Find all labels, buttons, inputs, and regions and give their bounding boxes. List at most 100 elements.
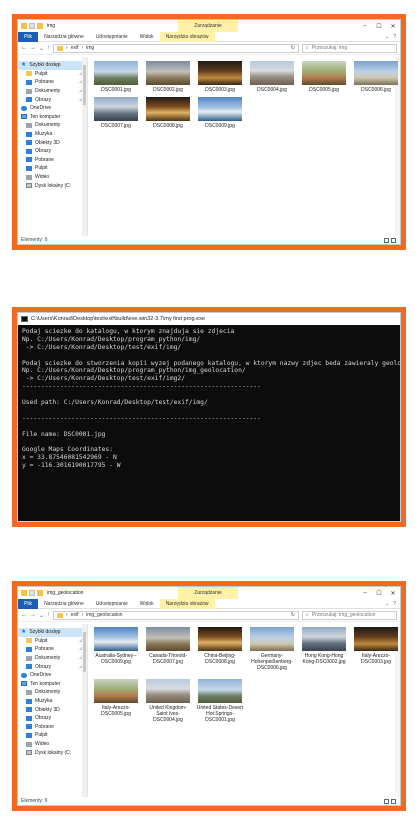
file-item[interactable]: Australia-Sydney--DSC0009.jpg (92, 627, 140, 665)
thumbnail-view-icon[interactable] (391, 798, 396, 804)
back-icon[interactable]: ← (21, 45, 27, 51)
nav-item[interactable]: OneDrive (18, 671, 87, 680)
nav-item[interactable]: Muzyka (18, 130, 87, 139)
new-folder-icon[interactable] (37, 23, 43, 29)
file-item[interactable]: DSC0008.jpg (144, 97, 192, 129)
nav-item[interactable]: Obrazy (18, 714, 87, 723)
nav-item[interactable]: Pobrane ⊿ (18, 78, 87, 87)
properties-icon[interactable] (29, 23, 35, 29)
nav-scrollbar-thumb[interactable] (83, 65, 86, 105)
refresh-icon[interactable]: ↻ (291, 45, 295, 51)
console-output[interactable]: Podaj sciezke do katalogu, w ktorym znaj… (18, 325, 400, 521)
nav-item[interactable]: Ten komputer (18, 113, 87, 122)
nav-item[interactable]: Dokumenty (18, 121, 87, 130)
nav-item[interactable]: Dysk lokalny (C: (18, 181, 87, 190)
file-item[interactable]: Hong Kong-Hong Kong-DSC0002.jpg (300, 627, 348, 665)
details-view-icon[interactable] (384, 237, 389, 243)
maximize-icon[interactable]: ☐ (372, 587, 386, 599)
file-item[interactable]: DSC0001.jpg (92, 61, 140, 93)
maximize-icon[interactable]: ☐ (372, 20, 386, 32)
nav-item[interactable]: Muzyka (18, 697, 87, 706)
tab-file[interactable]: Plik (18, 31, 39, 42)
chevron-down-icon[interactable]: ⌄ (39, 45, 44, 52)
file-item[interactable]: DSC0006.jpg (352, 61, 400, 93)
forward-icon[interactable]: → (30, 45, 36, 51)
nav-item[interactable]: Dysk lokalny (C: (18, 748, 87, 757)
nav-scrollbar[interactable] (82, 624, 87, 797)
properties-icon[interactable] (29, 590, 35, 596)
search-input[interactable]: ⌕ Przeszukaj: img_geolocation (302, 610, 397, 620)
file-item[interactable]: Germany-Hohenpeißenberg-DSC0006.jpg (248, 627, 296, 671)
nav-item[interactable]: Dokumenty ⊿ (18, 654, 87, 663)
chevron-down-icon[interactable]: ⌄ (385, 601, 389, 607)
forward-icon[interactable]: → (30, 612, 36, 618)
file-item[interactable]: DSC0009.jpg (196, 97, 244, 129)
address-bar[interactable]: › exif › img ↻ (53, 43, 299, 53)
nav-item[interactable]: Pulpit ⊿ (18, 70, 87, 79)
nav-item[interactable]: Pulpit (18, 164, 87, 173)
refresh-icon[interactable]: ↻ (291, 612, 295, 618)
nav-item[interactable]: Obiekty 3D (18, 138, 87, 147)
tab-home[interactable]: Narzędzia główne (38, 32, 90, 42)
nav-item[interactable]: Obrazy (18, 147, 87, 156)
nav-item[interactable]: Dokumenty (18, 688, 87, 697)
search-input[interactable]: ⌕ Przeszukaj: img (302, 43, 397, 53)
nav-item[interactable]: Pobrane (18, 156, 87, 165)
breadcrumb-img-geolocation[interactable]: img_geolocation (86, 612, 122, 618)
file-item[interactable]: Italy-Arezzo-DSC0005.jpg (92, 679, 140, 717)
tab-view[interactable]: Widok (134, 32, 160, 42)
nav-scrollbar[interactable] (82, 57, 87, 236)
close-icon[interactable]: ✕ (386, 20, 400, 32)
file-item[interactable]: United Kingdom-Saint Ives-DSC0004.jpg (144, 679, 192, 723)
close-icon[interactable]: ✕ (386, 587, 400, 599)
tab-file[interactable]: Plik (18, 598, 39, 609)
file-item[interactable]: DSC0004.jpg (248, 61, 296, 93)
chevron-down-icon[interactable]: ⌄ (385, 34, 389, 40)
nav-item[interactable]: ★ Szybki dostęp (18, 61, 87, 70)
thumbnail-view-icon[interactable] (391, 237, 396, 243)
manage-tab[interactable]: Zarządzanie (178, 587, 238, 599)
details-view-icon[interactable] (384, 798, 389, 804)
tab-view[interactable]: Widok (134, 599, 160, 609)
file-item[interactable]: United States-Desert Hot Springs-DSC0001… (196, 679, 244, 723)
nav-item[interactable]: Wideo (18, 173, 87, 182)
nav-item[interactable]: Obrazy ⊿ (18, 95, 87, 104)
file-item[interactable]: DSC0007.jpg (92, 97, 140, 129)
nav-item[interactable]: OneDrive (18, 104, 87, 113)
file-item[interactable]: DSC0005.jpg (300, 61, 348, 93)
folder-icon[interactable] (21, 23, 27, 29)
nav-item[interactable]: Pobrane (18, 723, 87, 732)
breadcrumb-exif[interactable]: exif (71, 612, 79, 618)
file-item[interactable]: Italy-Arezzo-DSC0003.jpg (352, 627, 400, 665)
file-item[interactable]: Canada-Thorold-DSC0007.jpg (144, 627, 192, 665)
minimize-icon[interactable]: – (358, 20, 372, 32)
file-item[interactable]: DSC0003.jpg (196, 61, 244, 93)
file-item[interactable]: DSC0002.jpg (144, 61, 192, 93)
nav-item[interactable]: Pulpit ⊿ (18, 637, 87, 646)
nav-scrollbar-thumb[interactable] (83, 632, 86, 672)
tab-picture-tools[interactable]: Narzędzia obrazów (159, 31, 215, 42)
nav-item[interactable]: ★ Szybki dostęp (18, 628, 87, 637)
nav-item[interactable]: Dokumenty ⊿ (18, 87, 87, 96)
help-icon[interactable]: ? (393, 34, 396, 40)
tab-share[interactable]: Udostępnianie (90, 599, 134, 609)
tab-share[interactable]: Udostępnianie (90, 32, 134, 42)
up-icon[interactable]: ↑ (47, 612, 50, 618)
up-icon[interactable]: ↑ (47, 45, 50, 51)
breadcrumb-exif[interactable]: exif (71, 45, 79, 51)
nav-item[interactable]: Wideo (18, 740, 87, 749)
tab-home[interactable]: Narzędzia główne (38, 599, 90, 609)
help-icon[interactable]: ? (393, 601, 396, 607)
back-icon[interactable]: ← (21, 612, 27, 618)
nav-item[interactable]: Obrazy ⊿ (18, 662, 87, 671)
chevron-down-icon[interactable]: ⌄ (39, 612, 44, 619)
tab-picture-tools[interactable]: Narzędzia obrazów (159, 598, 215, 609)
folder-icon[interactable] (21, 590, 27, 596)
manage-tab[interactable]: Zarządzanie (178, 20, 238, 32)
address-bar[interactable]: › exif › img_geolocation ↻ (53, 610, 299, 620)
minimize-icon[interactable]: – (358, 587, 372, 599)
file-item[interactable]: China-Beijing-DSC0008.jpg (196, 627, 244, 665)
new-folder-icon[interactable] (37, 590, 43, 596)
nav-item[interactable]: Pobrane ⊿ (18, 645, 87, 654)
nav-item[interactable]: Obiekty 3D (18, 705, 87, 714)
